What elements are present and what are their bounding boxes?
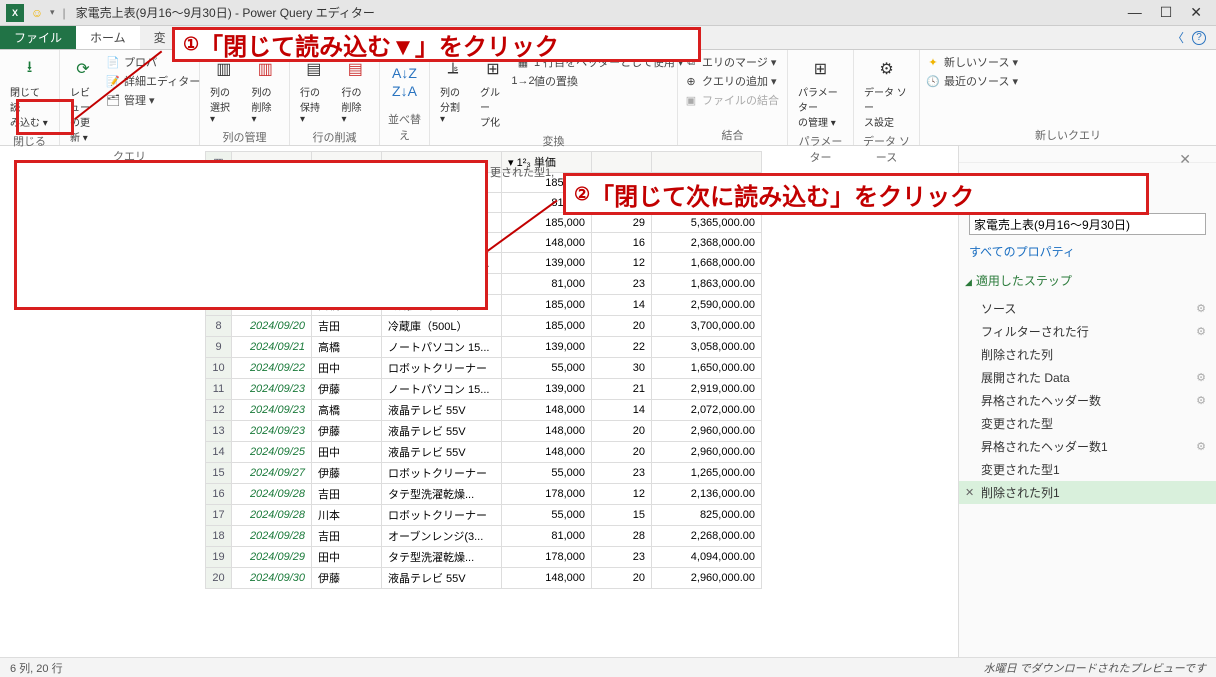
table-row[interactable]: 12 2024/09/23 高橋 液晶テレビ 55V 148,000 14 2,… [206, 400, 762, 421]
refresh-preview-button[interactable]: ⟳ レビュー の更新 ▾ [66, 54, 100, 146]
manage-button[interactable]: 🗂管理 ▾ [106, 92, 200, 108]
groupby-button[interactable]: ⊞グルー プ化 [476, 54, 510, 131]
menu-close-and-load-to[interactable]: 🗎⚙ 閉じて次に読み込む... [14, 234, 488, 308]
applied-step[interactable]: 昇格されたヘッダー数⚙ [959, 389, 1216, 412]
smiley-icon[interactable]: ☺ [28, 4, 46, 22]
formula-bar-fragment: 更された型1, [490, 164, 554, 180]
recent-sources-icon: 🕓 [926, 74, 940, 88]
table-row[interactable]: 15 2024/09/27 伊藤 ロボットクリーナー 55,000 23 1,2… [206, 463, 762, 484]
applied-steps-heading[interactable]: ◢適用したステップ [959, 266, 1216, 293]
sort-asc-button[interactable]: A↓Z [392, 65, 417, 81]
query-settings-pane: ✕ ◢ 名前 すべてのプロパティ ◢適用したステップ ソース⚙フィルターされた行… [958, 146, 1216, 657]
gear-icon[interactable]: ⚙ [1196, 394, 1206, 407]
datasource-settings-button[interactable]: ⚙データ ソー ス設定 [860, 54, 913, 131]
combine-files-button: ▣ファイルの結合 [684, 92, 779, 108]
remove-rows-button[interactable]: ▤行の 削除 ▾ [338, 54, 374, 127]
close-load-to-menu-icon: 🗎⚙ [26, 250, 68, 292]
close-load-menu: 🗎 閉じて読み込む 🗎⚙ 閉じて次に読み込む... [14, 160, 488, 308]
status-preview-info: 水曜日 でダウンロードされたプレビューです [984, 660, 1206, 676]
minimize-button[interactable]: ― [1128, 4, 1142, 21]
applied-step[interactable]: ✕削除された列1 [959, 481, 1216, 504]
table-row[interactable]: 13 2024/09/23 伊藤 液晶テレビ 55V 148,000 20 2,… [206, 421, 762, 442]
table-row[interactable]: 20 2024/09/30 伊藤 液晶テレビ 55V 148,000 20 2,… [206, 568, 762, 589]
help-icon[interactable]: ? [1192, 31, 1206, 45]
col-header-qty[interactable] [592, 152, 652, 173]
menu-close-and-load[interactable]: 🗎 閉じて読み込む [14, 160, 488, 234]
annotation-1: ① 「閉じて読み込む▼」をクリック [172, 27, 701, 62]
split-column-button[interactable]: ⫡列の 分割 ▾ [436, 54, 470, 127]
tab-file[interactable]: ファイル [0, 26, 76, 49]
table-row[interactable]: 16 2024/09/28 吉田 タテ型洗濯乾燥... 178,000 12 2… [206, 484, 762, 505]
replace-values-button[interactable]: 1→2値の置換 [516, 73, 683, 89]
table-row[interactable]: 14 2024/09/25 田中 液晶テレビ 55V 148,000 20 2,… [206, 442, 762, 463]
gear-icon[interactable]: ⚙ [1196, 371, 1206, 384]
group-columns: 列の管理 [206, 127, 283, 145]
manage-icon: 🗂 [106, 93, 120, 107]
parameters-button[interactable]: ⊞パラメーター の管理 ▾ [794, 54, 847, 131]
keep-rows-button[interactable]: ▤行の 保持 ▾ [296, 54, 332, 127]
append-queries-button[interactable]: ⊕クエリの追加 ▾ [684, 73, 779, 89]
table-row[interactable]: 9 2024/09/21 高橋 ノートパソコン 15... 139,000 22… [206, 337, 762, 358]
query-name-input[interactable] [969, 213, 1206, 235]
refresh-icon: ⟳ [70, 56, 96, 82]
all-properties-link[interactable]: すべてのプロパティ [969, 243, 1075, 260]
group-rows: 行の削減 [296, 127, 373, 145]
recent-sources-button[interactable]: 🕓最近のソース ▾ [926, 73, 1018, 89]
status-rows-cols: 6 列, 20 行 [10, 660, 63, 676]
chevron-down-icon[interactable]: ▾ [50, 7, 55, 18]
parameters-icon: ⊞ [808, 56, 834, 82]
close-load-icon: ⭳ [17, 56, 43, 82]
applied-step[interactable]: ソース⚙ [959, 297, 1216, 320]
choose-columns-button[interactable]: ▥列の 選択 ▾ [206, 54, 242, 127]
group-sort: 並べ替え [386, 109, 423, 143]
gear-icon[interactable]: ⚙ [1196, 325, 1206, 338]
sort-desc-button[interactable]: Z↓A [392, 83, 417, 99]
applied-step[interactable]: フィルターされた行⚙ [959, 320, 1216, 343]
group-newquery: 新しいクエリ [926, 125, 1210, 143]
table-row[interactable]: 17 2024/09/28 川本 ロボットクリーナー 55,000 15 825… [206, 505, 762, 526]
titlebar: X ☺ ▾ | 家電売上表(9月16〜9月30日) - Power Query … [0, 0, 1216, 26]
applied-step[interactable]: 昇格されたヘッダー数1⚙ [959, 435, 1216, 458]
gear-icon[interactable]: ⚙ [1196, 302, 1206, 315]
applied-step[interactable]: 変更された型 [959, 412, 1216, 435]
ribbon: ⭳ 閉じて読 み込む ▾ 閉じる ⟳ レビュー の更新 ▾ 📄プロパ 📝詳細エデ… [0, 50, 1216, 146]
annotation-2: ② 「閉じて次に読み込む」をクリック [563, 173, 1149, 215]
applied-step[interactable]: 変更された型1 [959, 458, 1216, 481]
table-row[interactable]: 8 2024/09/20 吉田 冷蔵庫（500L） 185,000 20 3,7… [206, 316, 762, 337]
tab-home[interactable]: ホーム [76, 26, 140, 49]
maximize-button[interactable]: ☐ [1160, 4, 1173, 21]
close-load-menu-icon: 🗎 [26, 176, 68, 218]
window-title: 家電売上表(9月16〜9月30日) - Power Query エディター [76, 4, 375, 21]
close-pane-button[interactable]: ✕ [1179, 151, 1191, 168]
applied-step[interactable]: 展開された Data⚙ [959, 366, 1216, 389]
remove-columns-button[interactable]: ▥列の 削除 ▾ [248, 54, 284, 127]
col-header-amount[interactable] [652, 152, 762, 173]
collapse-ribbon-icon[interactable]: 〈 [1172, 29, 1184, 46]
excel-icon: X [6, 4, 24, 22]
table-row[interactable]: 10 2024/09/22 田中 ロボットクリーナー 55,000 30 1,6… [206, 358, 762, 379]
close-button[interactable]: ✕ [1190, 4, 1202, 21]
table-row[interactable]: 18 2024/09/28 吉田 オーブンレンジ(3... 81,000 28 … [206, 526, 762, 547]
properties-icon: 📄 [106, 55, 120, 69]
close-and-load-button[interactable]: ⭳ 閉じて読 み込む ▾ [6, 54, 53, 131]
new-source-button[interactable]: ✦新しいソース ▾ [926, 54, 1018, 70]
table-row[interactable]: 19 2024/09/29 田中 タテ型洗濯乾燥... 178,000 23 4… [206, 547, 762, 568]
append-icon: ⊕ [684, 74, 698, 88]
combine-files-icon: ▣ [684, 93, 698, 107]
status-bar: 6 列, 20 行 水曜日 でダウンロードされたプレビューです [0, 657, 1216, 677]
datasource-icon: ⚙ [874, 56, 900, 82]
new-source-icon: ✦ [926, 55, 940, 69]
gear-icon[interactable]: ⚙ [1196, 440, 1206, 453]
replace-icon: 1→2 [516, 74, 530, 88]
applied-step[interactable]: 削除された列 [959, 343, 1216, 366]
group-combine: 結合 [684, 125, 781, 143]
table-row[interactable]: 11 2024/09/23 伊藤 ノートパソコン 15... 139,000 2… [206, 379, 762, 400]
